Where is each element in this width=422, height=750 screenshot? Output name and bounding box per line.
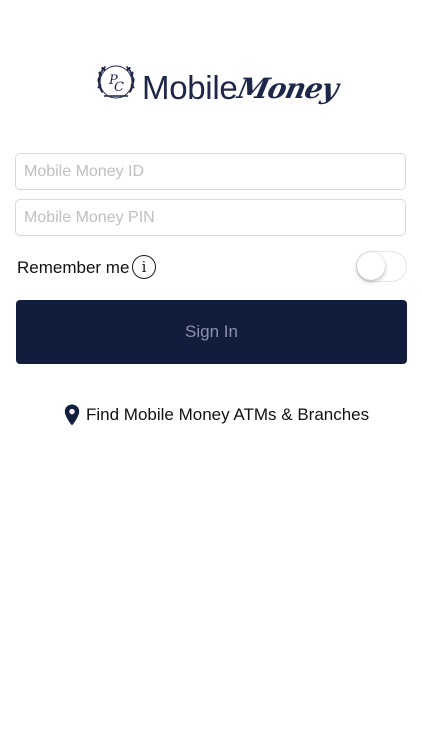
svg-text:C: C	[114, 80, 124, 95]
location-pin-icon	[64, 404, 80, 426]
mobile-money-id-input[interactable]	[15, 153, 406, 190]
login-screen: P C Mobile Money Remember me i Sign In F…	[0, 0, 422, 750]
logo-text-mobile: Mobile	[142, 69, 238, 106]
logo-text-money: Money	[234, 72, 341, 105]
find-atms-branches-link[interactable]: Find Mobile Money ATMs & Branches	[64, 403, 369, 427]
remember-me-label: Remember me	[17, 258, 130, 277]
sign-in-button[interactable]: Sign In	[16, 300, 407, 364]
toggle-knob	[357, 252, 385, 280]
find-atms-branches-label: Find Mobile Money ATMs & Branches	[86, 405, 370, 424]
mobile-money-pin-input[interactable]	[15, 199, 406, 236]
info-icon[interactable]: i	[132, 255, 156, 279]
info-icon-glyph: i	[141, 258, 147, 276]
remember-me-toggle[interactable]	[356, 251, 407, 282]
pc-wreath-monogram-icon: P C	[97, 65, 135, 99]
app-logo: P C Mobile Money	[94, 60, 341, 110]
